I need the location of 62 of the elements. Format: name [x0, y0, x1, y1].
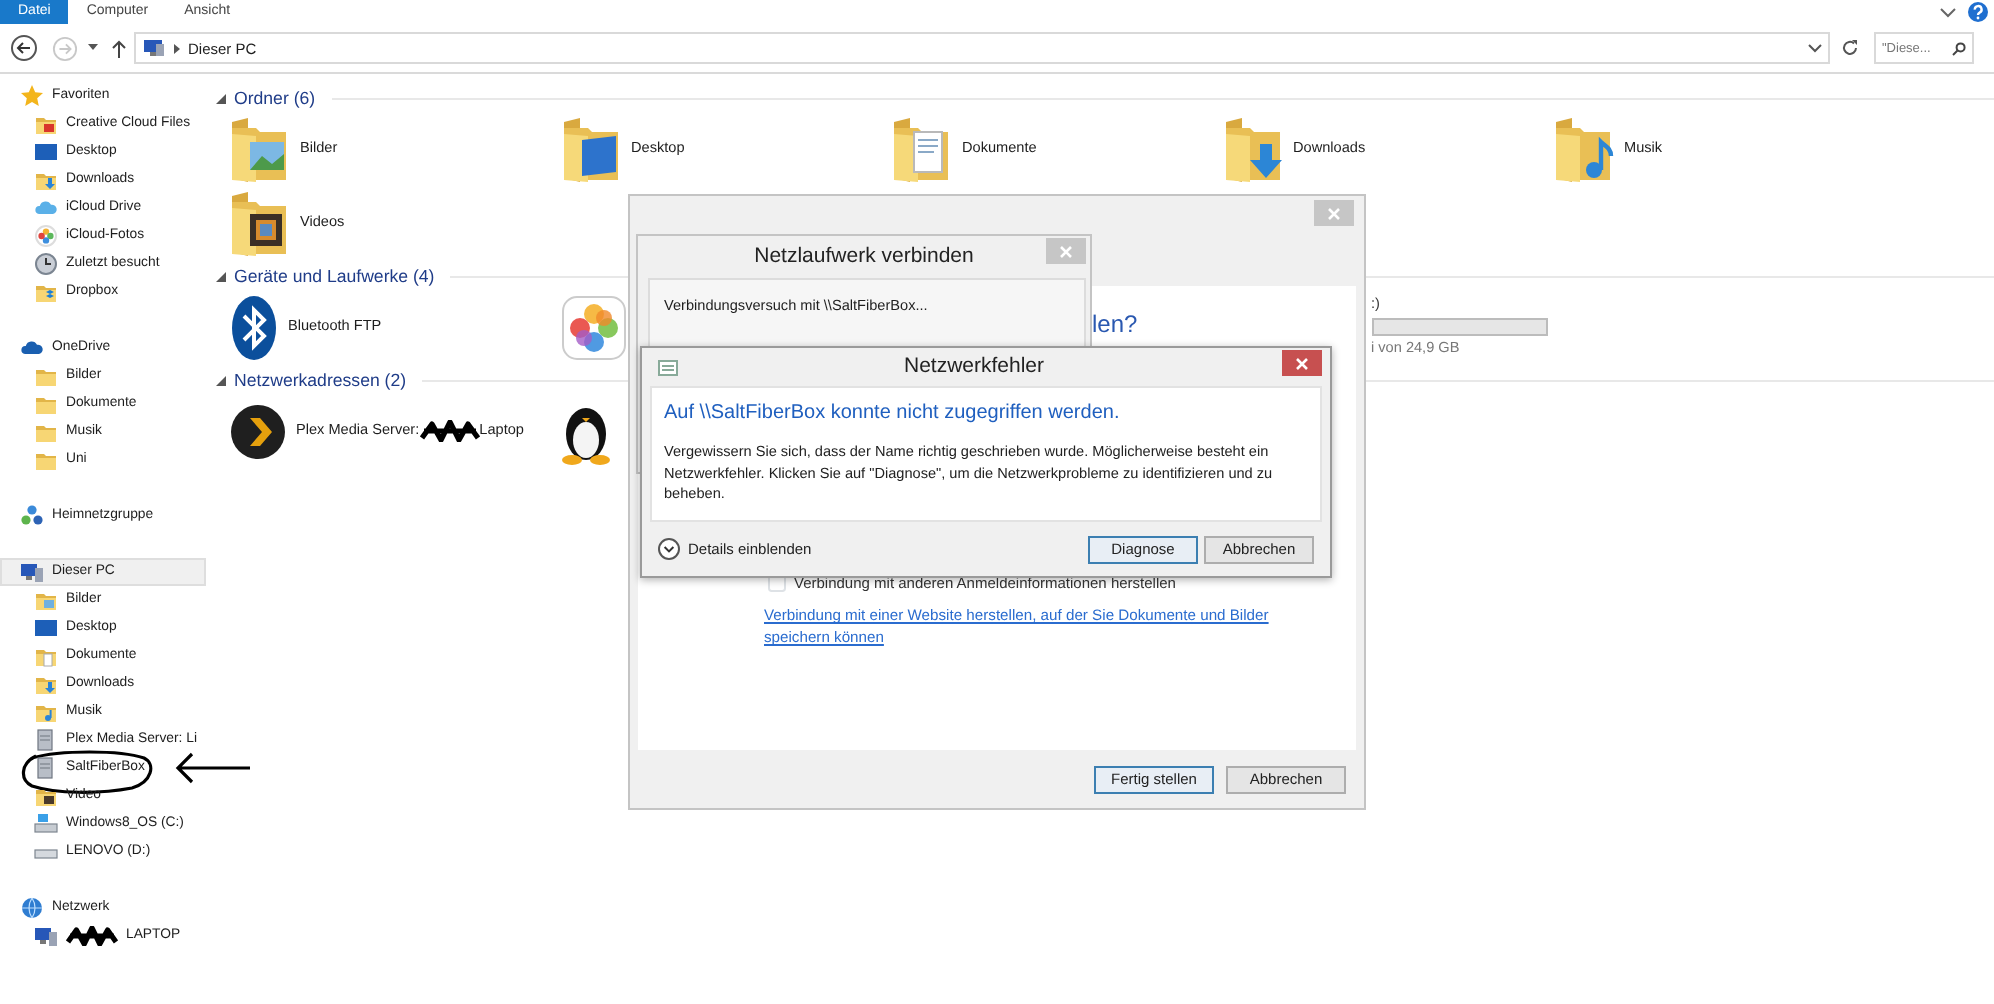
expand-icon — [658, 538, 680, 560]
dialog-title: Netzwerkfehler — [901, 354, 1047, 380]
folder-icon — [1554, 115, 1614, 183]
plex-icon — [230, 403, 286, 459]
computer-icon — [142, 38, 166, 58]
dialog-title: Netzlaufwerk verbinden — [754, 244, 974, 270]
monitor-icon — [34, 140, 58, 164]
folder-icon — [230, 189, 290, 257]
folder-icon — [34, 392, 58, 416]
homegroup-icon — [20, 504, 44, 528]
folder-icon — [34, 168, 58, 192]
close-icon — [1060, 245, 1072, 257]
collapse-icon[interactable] — [216, 271, 226, 281]
close-button[interactable] — [1282, 350, 1322, 376]
folder-icon — [34, 448, 58, 472]
cloud-icon — [34, 196, 58, 220]
computer-icon — [34, 924, 58, 948]
folder-icon — [230, 115, 290, 183]
error-heading: Auf \\SaltFiberBox konnte nicht zugegriffen werden. — [664, 402, 1122, 426]
recent-locations-button[interactable] — [88, 44, 98, 52]
collapse-icon[interactable] — [216, 375, 226, 385]
folder-icon — [34, 112, 58, 136]
window-icon — [658, 359, 678, 375]
refresh-button[interactable] — [1840, 38, 1860, 58]
folder-icon — [34, 364, 58, 388]
monitor-icon — [34, 616, 58, 640]
collapse-ribbon-icon[interactable] — [1940, 7, 1956, 17]
folder-icon — [34, 644, 58, 668]
folder-icon — [34, 420, 58, 444]
ink-arrow — [174, 752, 252, 784]
clock-icon — [34, 252, 58, 276]
star-icon — [20, 84, 44, 108]
section-title: Geräte und Laufwerke (4) — [234, 265, 435, 287]
drive-icon — [34, 812, 58, 836]
photos-icon[interactable] — [561, 295, 625, 359]
close-icon — [1328, 207, 1340, 219]
search-icon — [1952, 41, 1966, 55]
dropdown-icon[interactable] — [1808, 43, 1822, 53]
network-icon — [20, 896, 44, 920]
cloud-icon — [20, 336, 44, 360]
folder-icon — [561, 115, 621, 183]
collapse-icon[interactable] — [216, 93, 226, 103]
folder-icon — [1223, 115, 1283, 183]
folder-icon — [34, 672, 58, 696]
server-icon — [34, 756, 58, 780]
back-button[interactable] — [10, 34, 38, 62]
section-title: Netzwerkadressen (2) — [234, 369, 407, 391]
folder-icon — [892, 115, 952, 183]
photos-icon — [34, 224, 58, 248]
section-title: Ordner (6) — [234, 87, 316, 109]
bluetooth-icon — [230, 293, 278, 361]
dialog-heading: len? — [1092, 310, 1140, 339]
up-button[interactable] — [112, 39, 126, 57]
help-icon[interactable] — [1968, 2, 1988, 22]
folder-icon — [34, 588, 58, 612]
folder-icon — [34, 700, 58, 724]
folder-icon — [34, 784, 58, 808]
server-icon — [34, 728, 58, 752]
folder-icon — [34, 280, 58, 304]
close-icon — [1296, 357, 1308, 369]
computer-icon — [20, 560, 44, 584]
chevron-icon — [174, 43, 180, 53]
